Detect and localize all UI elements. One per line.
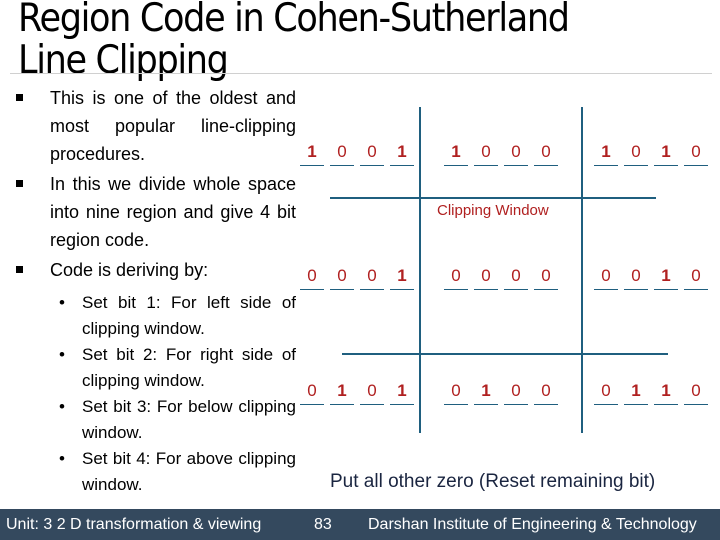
region-bit: 0 — [684, 141, 708, 166]
region-bit: 0 — [684, 380, 708, 405]
region-code: 1010 — [594, 141, 708, 166]
region-code: 1001 — [300, 141, 414, 166]
region-bit: 1 — [624, 380, 648, 405]
region-bit: 0 — [360, 141, 384, 166]
dot-bullet-icon: • — [59, 345, 65, 364]
footer-unit: Unit: 3 2 D transformation & viewing — [6, 516, 262, 533]
region-code: 0110 — [594, 380, 708, 405]
bullet-item: This is one of the oldest and most popul… — [16, 84, 296, 168]
region-bit: 1 — [390, 265, 414, 290]
region-bit: 1 — [300, 141, 324, 166]
region-bit: 0 — [300, 380, 324, 405]
region-bit: 0 — [300, 265, 324, 290]
window-top-edge — [330, 197, 656, 199]
bullet-item: Code is deriving by: — [16, 256, 296, 284]
dot-bullet-icon: • — [59, 397, 65, 416]
region-bit: 1 — [654, 265, 678, 290]
region-bit: 0 — [444, 265, 468, 290]
region-bit: 1 — [654, 380, 678, 405]
square-bullet-icon — [16, 266, 23, 273]
region-code: 0101 — [300, 380, 414, 405]
reset-note: Put all other zero (Reset remaining bit) — [330, 471, 656, 492]
region-bit: 1 — [654, 141, 678, 166]
square-bullet-icon — [16, 180, 23, 187]
sub-bullet-item: • Set bit 4: For above clipping window. — [16, 446, 296, 498]
sub-bullet-item: • Set bit 2: For right side of clipping w… — [16, 342, 296, 394]
footer-institute: Darshan Institute of Engineering & Techn… — [368, 516, 697, 533]
region-code: 1000 — [444, 141, 558, 166]
dot-bullet-icon: • — [59, 293, 65, 312]
sub-bullet-item: • Set bit 3: For below clipping window. — [16, 394, 296, 446]
region-bit: 0 — [474, 141, 498, 166]
region-bit: 0 — [624, 265, 648, 290]
slide-title: Region Code in Cohen-Sutherland Line Cli… — [18, 0, 570, 83]
dot-bullet-icon: • — [59, 449, 65, 468]
region-bit: 0 — [330, 141, 354, 166]
region-bit: 0 — [624, 141, 648, 166]
region-bit: 1 — [444, 141, 468, 166]
slide-footer: Unit: 3 2 D transformation & viewing 83 … — [0, 509, 720, 540]
region-bit: 0 — [504, 380, 528, 405]
window-left-edge — [419, 107, 421, 433]
square-bullet-icon — [16, 94, 23, 101]
title-divider — [10, 73, 712, 74]
region-bit: 1 — [390, 141, 414, 166]
region-bit: 0 — [684, 265, 708, 290]
region-bit: 0 — [594, 265, 618, 290]
region-bit: 0 — [504, 265, 528, 290]
region-bit: 0 — [360, 380, 384, 405]
region-bit: 0 — [594, 380, 618, 405]
footer-page-number: 83 — [314, 516, 332, 533]
region-bit: 1 — [330, 380, 354, 405]
region-code: 0100 — [444, 380, 558, 405]
bullet-item: In this we divide whole space into nine … — [16, 170, 296, 254]
region-bit: 0 — [534, 265, 558, 290]
region-bit: 1 — [594, 141, 618, 166]
region-code: 0001 — [300, 265, 414, 290]
region-bit: 1 — [390, 380, 414, 405]
region-bit: 0 — [444, 380, 468, 405]
region-bit: 0 — [330, 265, 354, 290]
region-code: 0000 — [444, 265, 558, 290]
region-bit: 0 — [504, 141, 528, 166]
region-bit: 0 — [474, 265, 498, 290]
clipping-window-label: Clipping Window — [437, 202, 549, 219]
sub-bullet-item: • Set bit 1: For left side of clipping wi… — [16, 290, 296, 342]
window-right-edge — [581, 107, 583, 433]
region-bit: 0 — [534, 141, 558, 166]
region-bit: 0 — [534, 380, 558, 405]
region-bit: 0 — [360, 265, 384, 290]
window-bottom-edge — [342, 353, 668, 355]
bullet-list: This is one of the oldest and most popul… — [16, 84, 296, 498]
region-bit: 1 — [474, 380, 498, 405]
region-code: 0010 — [594, 265, 708, 290]
